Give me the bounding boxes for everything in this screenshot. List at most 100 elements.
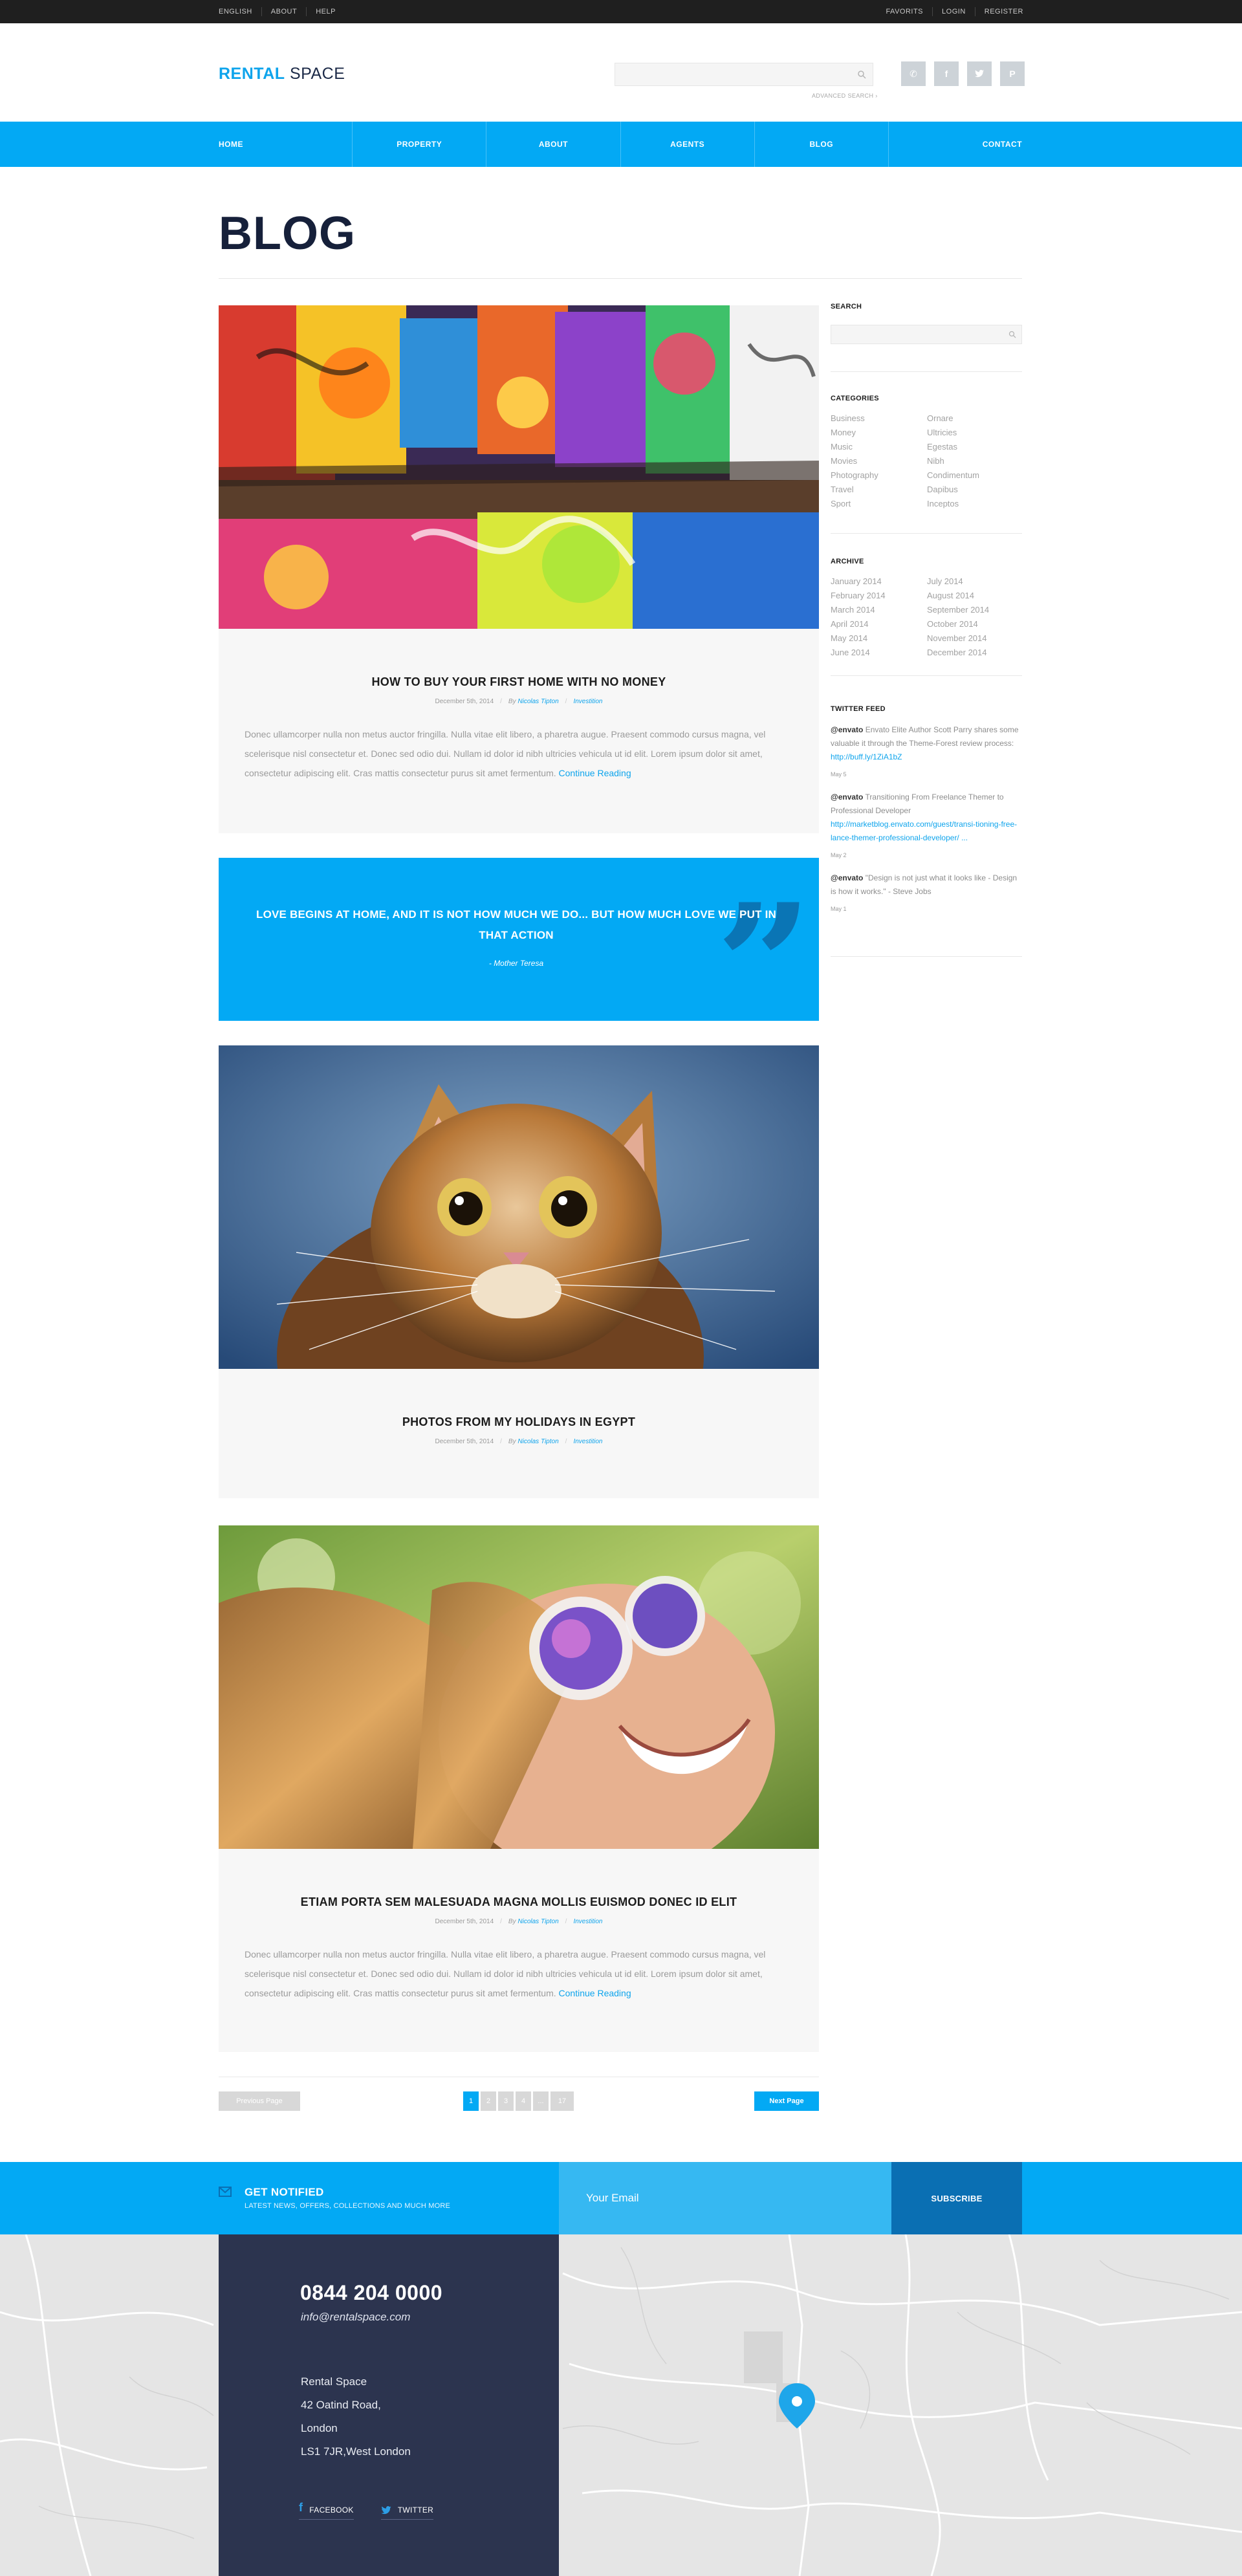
nav-property[interactable]: PROPERTY — [352, 122, 486, 167]
tweet-handle[interactable]: @envato — [831, 792, 863, 802]
post-author-link[interactable]: Nicolas Tipton — [518, 1438, 558, 1445]
category-link[interactable]: Inceptos — [927, 497, 979, 511]
twitter-icon — [381, 2506, 391, 2515]
sidebar-archive-heading: ARCHIVE — [831, 558, 864, 565]
category-link[interactable]: Nibh — [927, 454, 979, 468]
archive-link[interactable]: March 2014 — [831, 603, 886, 617]
favorites-link[interactable]: FAVORITS — [886, 7, 932, 16]
category-link[interactable]: Ultricies — [927, 426, 979, 440]
address-line: London — [301, 2422, 338, 2434]
continue-reading-link[interactable]: Continue Reading — [559, 1988, 631, 1998]
facebook-link[interactable]: f FACEBOOK — [299, 2501, 354, 2520]
post-meta: December 5th, 2014/By Nicolas Tipton / Inv… — [435, 1438, 603, 1445]
next-page-button[interactable]: Next Page — [754, 2091, 819, 2111]
nav-agents[interactable]: AGENTS — [620, 122, 754, 167]
tweet-handle[interactable]: @envato — [831, 725, 863, 734]
archive-link[interactable]: July 2014 — [927, 574, 989, 589]
subscribe-button[interactable]: SUBSCRIBE — [891, 2162, 1022, 2234]
archive-link[interactable]: May 2014 — [831, 631, 886, 646]
archive-link[interactable]: June 2014 — [831, 646, 886, 660]
phone-icon[interactable]: ✆ — [901, 61, 926, 86]
post-category-link[interactable]: Investition — [573, 1918, 602, 1925]
contact-phone[interactable]: 0844 204 0000 — [300, 2281, 442, 2305]
post-image-girl-sunglasses[interactable] — [219, 1525, 819, 1849]
category-link[interactable]: Photography — [831, 468, 878, 483]
page-button-4[interactable]: 4 — [516, 2091, 531, 2111]
site-logo[interactable]: RENTAL SPACE — [219, 65, 345, 83]
post-excerpt-text: Donec ullamcorper nulla non metus auctor… — [245, 1949, 766, 1998]
category-link[interactable]: Egestas — [927, 440, 979, 454]
page-numbers: 1 2 3 4 ... 17 — [463, 2091, 574, 2111]
category-link[interactable]: Sport — [831, 497, 878, 511]
archive-link[interactable]: April 2014 — [831, 617, 886, 631]
page-button-2[interactable]: 2 — [481, 2091, 496, 2111]
archive-link[interactable]: January 2014 — [831, 574, 886, 589]
about-link[interactable]: ABOUT — [261, 7, 306, 16]
category-link[interactable]: Ornare — [927, 411, 979, 426]
tweet: @envato "Design is not just what it look… — [831, 871, 1019, 916]
pinterest-icon[interactable]: P — [1000, 61, 1025, 86]
language-link[interactable]: ENGLISH — [219, 7, 261, 16]
category-link[interactable]: Condimentum — [927, 468, 979, 483]
post-meta: December 5th, 2014/By Nicolas Tipton / Inv… — [435, 1918, 603, 1925]
previous-page-button[interactable]: Previous Page — [219, 2091, 300, 2111]
search-icon[interactable] — [1008, 331, 1016, 338]
search-icon[interactable] — [857, 70, 866, 79]
page-button-17[interactable]: 17 — [550, 2091, 574, 2111]
nav-about[interactable]: ABOUT — [486, 122, 620, 167]
category-link[interactable]: Music — [831, 440, 878, 454]
category-link[interactable]: Business — [831, 411, 878, 426]
archive-link[interactable]: September 2014 — [927, 603, 989, 617]
register-link[interactable]: REGISTER — [974, 7, 1023, 16]
archive-link[interactable]: November 2014 — [927, 631, 989, 646]
post-card: PHOTOS FROM MY HOLIDAYS IN EGYPT Decembe… — [219, 1369, 819, 1498]
help-link[interactable]: HELP — [306, 7, 336, 16]
top-bar-left-links: ENGLISH ABOUT HELP — [219, 0, 336, 23]
archive-link[interactable]: December 2014 — [927, 646, 989, 660]
archive-link[interactable]: February 2014 — [831, 589, 886, 603]
post-title[interactable]: HOW TO BUY YOUR FIRST HOME WITH NO MONEY — [219, 675, 819, 689]
nav-contact[interactable]: CONTACT — [888, 122, 1022, 167]
facebook-icon[interactable]: f — [934, 61, 959, 86]
quote-text: LOVE BEGINS AT HOME, AND IT IS NOT HOW M… — [256, 908, 776, 941]
sidebar-search-input[interactable] — [831, 325, 1022, 344]
post-category-link[interactable]: Investition — [573, 1438, 602, 1445]
archive-link[interactable]: August 2014 — [927, 589, 989, 603]
category-link[interactable]: Movies — [831, 454, 878, 468]
tweet-link[interactable]: http://buff.ly/1ZiA1bZ — [831, 752, 902, 761]
post-by-label: By — [508, 1918, 516, 1925]
category-link[interactable]: Dapibus — [927, 483, 979, 497]
contact-panel: 0844 204 0000 info@rentalspace.com Renta… — [219, 2234, 559, 2576]
category-link[interactable]: Travel — [831, 483, 878, 497]
twitter-icon[interactable] — [967, 61, 992, 86]
header-social-icons: ✆ f P — [901, 61, 1025, 86]
tweet-handle[interactable]: @envato — [831, 873, 863, 882]
header-search-input[interactable] — [615, 63, 873, 86]
post-excerpt: Donec ullamcorper nulla non metus auctor… — [245, 725, 775, 783]
tweet-link[interactable]: http://marketblog.envato.com/guest/trans… — [831, 820, 1017, 842]
location-map[interactable] — [0, 2234, 1242, 2576]
post-author-link[interactable]: Nicolas Tipton — [518, 698, 558, 705]
post-title[interactable]: PHOTOS FROM MY HOLIDAYS IN EGYPT — [219, 1415, 819, 1429]
post-category-link[interactable]: Investition — [573, 698, 602, 705]
contact-email[interactable]: info@rentalspace.com — [301, 2311, 410, 2324]
sidebar-divider — [831, 533, 1022, 534]
archive-link[interactable]: October 2014 — [927, 617, 989, 631]
nav-home[interactable]: HOME — [219, 122, 352, 167]
login-link[interactable]: LOGIN — [932, 7, 975, 16]
page-button-1[interactable]: 1 — [463, 2091, 479, 2111]
post-meta: December 5th, 2014/By Nicolas Tipton / Inv… — [435, 698, 603, 705]
page-ellipsis: ... — [533, 2091, 549, 2111]
advanced-search-link[interactable]: ADVANCED SEARCH › — [812, 93, 878, 99]
post-title[interactable]: ETIAM PORTA SEM MALESUADA MAGNA MOLLIS E… — [219, 1895, 819, 1909]
newsletter-email-input[interactable]: Your Email — [559, 2162, 891, 2234]
sidebar-twitter-heading: TWITTER FEED — [831, 705, 886, 713]
twitter-link[interactable]: TWITTER — [380, 2501, 434, 2520]
page-button-3[interactable]: 3 — [498, 2091, 514, 2111]
continue-reading-link[interactable]: Continue Reading — [559, 768, 631, 778]
post-author-link[interactable]: Nicolas Tipton — [518, 1918, 558, 1925]
post-image-cat[interactable] — [219, 1045, 819, 1369]
post-image-graffiti[interactable] — [219, 305, 819, 629]
category-link[interactable]: Money — [831, 426, 878, 440]
nav-blog[interactable]: BLOG — [754, 122, 888, 167]
